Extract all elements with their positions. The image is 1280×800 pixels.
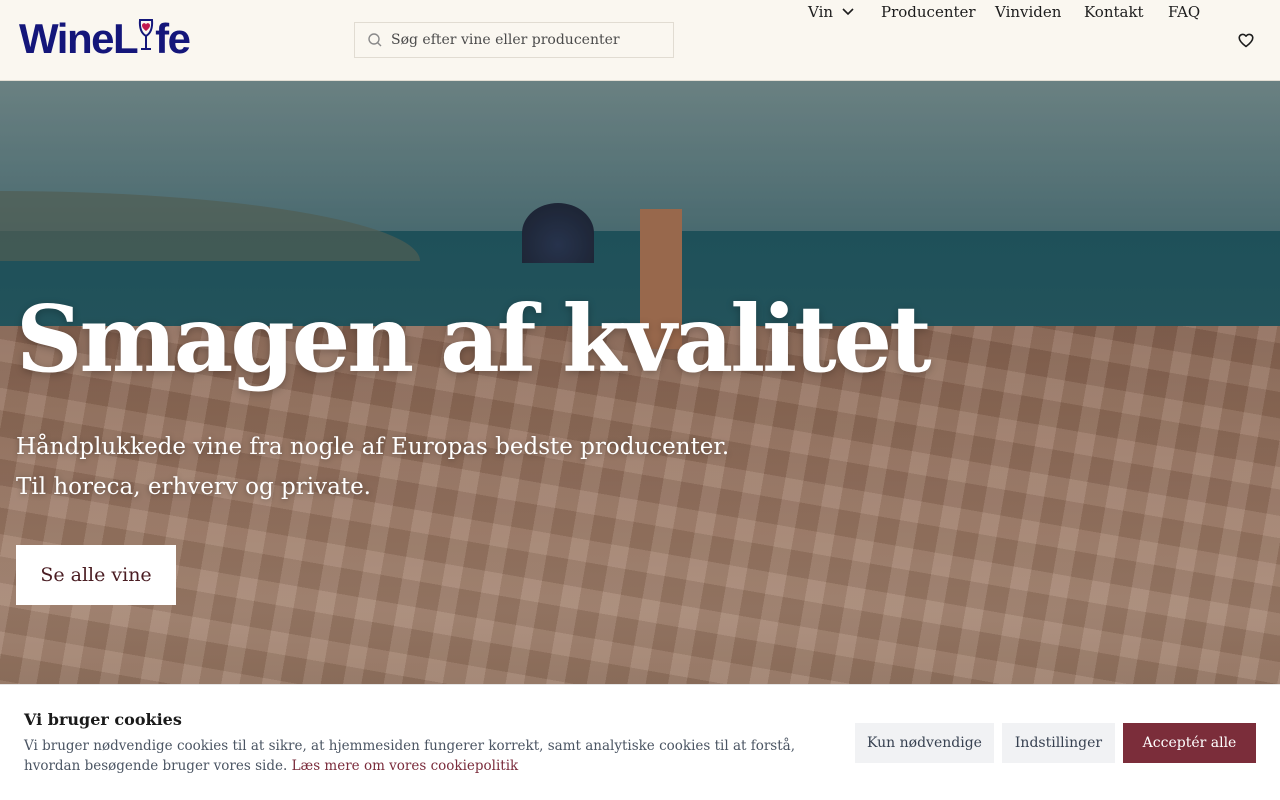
necessary-only-button[interactable]: Kun nødvendige: [855, 723, 994, 763]
hero-subtitle-line-1: Håndplukkede vine fra nogle af Europas b…: [16, 434, 730, 460]
cookie-policy-link[interactable]: Læs mere om vores cookiepolitik: [292, 758, 519, 774]
cookie-description: Vi bruger nødvendige cookies til at sikr…: [24, 736, 814, 776]
search-input[interactable]: [391, 23, 673, 57]
winelife-logo[interactable]: WineL fe: [19, 14, 191, 64]
nav-item-faq[interactable]: FAQ: [1168, 0, 1200, 24]
nav-item-vinviden[interactable]: Vinviden: [995, 0, 1061, 24]
cookie-settings-button[interactable]: Indstillinger: [1002, 723, 1115, 763]
nav-item-vin[interactable]: Vin: [808, 0, 854, 24]
logo-text-1: WineL: [19, 15, 139, 62]
chevron-down-icon: [842, 7, 854, 15]
hero-title: Smagen af kvalitet: [16, 285, 932, 393]
logo-text-2: fe: [155, 15, 191, 62]
hero-subtitle: Håndplukkede vine fra nogle af Europas b…: [16, 427, 729, 507]
nav-item-kontakt[interactable]: Kontakt: [1084, 0, 1144, 24]
hero-subtitle-line-2: Til horeca, erhverv og private.: [16, 474, 371, 500]
nav-label-vin: Vin: [808, 3, 834, 21]
cookie-banner: Vi bruger cookies Vi bruger nødvendige c…: [0, 684, 1280, 800]
search-icon: [368, 33, 382, 47]
wine-glass-heart-icon: [137, 16, 155, 62]
site-header: WineL fe Vin Producenter Vinviden Kontak…: [0, 0, 1280, 81]
see-all-wines-button[interactable]: Se alle vine: [16, 545, 176, 605]
search-box[interactable]: [354, 22, 674, 58]
nav-item-producenter[interactable]: Producenter: [881, 0, 976, 24]
heart-icon[interactable]: [1237, 31, 1255, 49]
accept-all-button[interactable]: Acceptér alle: [1123, 723, 1256, 763]
cookie-title: Vi bruger cookies: [24, 710, 182, 729]
